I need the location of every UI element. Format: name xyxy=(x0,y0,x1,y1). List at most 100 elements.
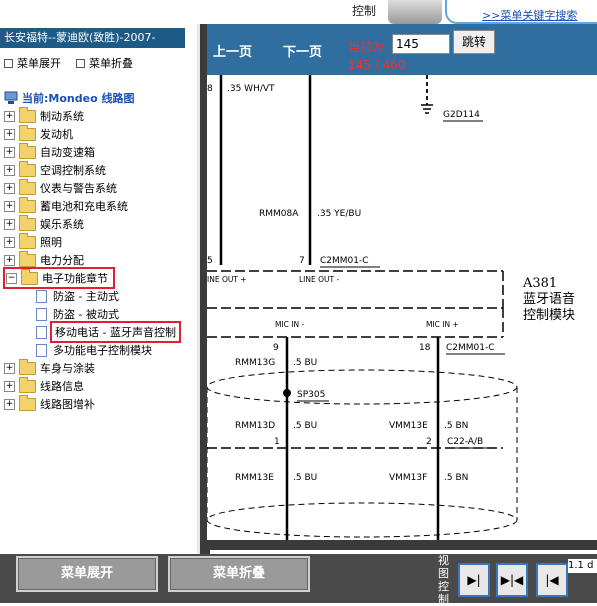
arrow-left-icon: |◀ xyxy=(545,573,559,587)
expand-menu-label: 菜单展开 xyxy=(17,57,61,70)
vmm13f-label: VMM13F xyxy=(389,473,427,483)
tree-subitem-multifunction[interactable]: 多功能电子控制模块 xyxy=(36,342,152,358)
wire-bu-1: .5 BU xyxy=(293,358,317,368)
folder-icon xyxy=(19,178,36,195)
expand-icon[interactable]: + xyxy=(4,110,15,122)
split-view-button[interactable]: ▶|◀ xyxy=(496,563,528,597)
tree-item-label: 蓄电池和充电系统 xyxy=(40,200,128,213)
folder-icon xyxy=(19,250,36,267)
tree-item-power[interactable]: + 电力分配 xyxy=(4,250,84,268)
expand-icon[interactable]: + xyxy=(4,146,15,158)
collapse-icon[interactable]: − xyxy=(6,272,17,284)
tree-subitem-label: 移动电话 - 蓝牙声音控制 xyxy=(50,321,181,343)
collapse-menu-button[interactable]: 菜单折叠 xyxy=(168,556,310,592)
split-arrows-icon: ▶|◀ xyxy=(500,573,524,587)
mascot-image xyxy=(388,0,442,24)
expand-right-button[interactable]: ▶| xyxy=(458,563,490,597)
tree-item-electronic[interactable]: − 电子功能章节 xyxy=(3,267,115,289)
page-number-input[interactable] xyxy=(392,34,450,54)
tree-item-engine[interactable]: + 发动机 xyxy=(4,124,73,142)
wire-bu-3: .5 BU xyxy=(293,473,317,483)
rmm13g-label: RMM13G xyxy=(235,358,275,368)
square-icon xyxy=(4,58,13,68)
pin-2-label: 2 xyxy=(426,437,432,447)
wiring-diagram: 8 .35 WH/VT G2D114 RMM08A .35 YE/BU 5 7 … xyxy=(207,75,597,550)
expand-icon[interactable]: + xyxy=(4,164,15,176)
wire-bn-2: .5 BN xyxy=(444,473,468,483)
tree-item-transmission[interactable]: + 自动变速箱 xyxy=(4,142,95,160)
wire-wh-vt: .35 WH/VT xyxy=(227,84,275,94)
pin-8-label: 8 xyxy=(207,84,213,94)
tree-item-battery[interactable]: + 蓄电池和充电系统 xyxy=(4,196,128,214)
folder-icon xyxy=(19,142,36,159)
pin-18-label: 18 xyxy=(419,343,431,353)
expand-icon[interactable]: + xyxy=(4,236,15,248)
expand-menu-link[interactable]: 菜单展开 xyxy=(4,55,61,71)
rmm08a-label: RMM08A xyxy=(259,209,299,219)
tree-item-label: 线路信息 xyxy=(40,380,84,393)
jump-button[interactable]: 跳转 xyxy=(453,30,495,54)
tree-item-ac[interactable]: + 空调控制系统 xyxy=(4,160,106,178)
diagram-scrollbar[interactable] xyxy=(207,540,597,550)
expand-icon[interactable]: + xyxy=(4,362,15,374)
current-root[interactable]: 当前:Mondeo 线路图 xyxy=(4,90,134,106)
tree-item-label: 自动变速箱 xyxy=(40,146,95,159)
document-icon xyxy=(36,307,47,321)
pin-9-label: 9 xyxy=(273,343,279,353)
expand-left-button[interactable]: |◀ xyxy=(536,563,568,597)
folder-icon xyxy=(19,358,36,375)
tree-item-entertainment[interactable]: + 娱乐系统 xyxy=(4,214,84,232)
tree-subitem-antitheft-passive[interactable]: 防盗 - 被动式 xyxy=(36,306,119,322)
expand-icon[interactable]: + xyxy=(4,254,15,266)
tree-item-label: 娱乐系统 xyxy=(40,218,84,231)
expand-icon[interactable]: + xyxy=(4,182,15,194)
next-page-button[interactable]: 下一页 xyxy=(283,41,322,60)
tree-item-label: 发动机 xyxy=(40,128,73,141)
vmm13e-label: VMM13E xyxy=(389,421,428,431)
computer-icon xyxy=(4,91,18,104)
folder-icon xyxy=(19,394,36,411)
wire-bn-1: .5 BN xyxy=(444,421,468,431)
bottom-toolbar: 菜单展开 菜单折叠 视图控制 ▶| ▶|◀ |◀ 1.1 d xyxy=(0,554,597,606)
expand-icon[interactable]: + xyxy=(4,380,15,392)
current-page-label: 当前为 xyxy=(348,40,385,54)
expand-icon[interactable]: + xyxy=(4,200,15,212)
expand-icon[interactable]: + xyxy=(4,218,15,230)
collapse-menu-link[interactable]: 菜单折叠 xyxy=(76,55,133,71)
expand-icon[interactable]: + xyxy=(4,128,15,140)
expand-icon[interactable]: + xyxy=(4,398,15,410)
rmm13e-label: RMM13E xyxy=(235,473,274,483)
current-root-label: 当前:Mondeo 线路图 xyxy=(22,92,135,105)
expand-menu-button[interactable]: 菜单展开 xyxy=(16,556,158,592)
rmm13d-label: RMM13D xyxy=(235,421,275,431)
tree-item-label: 空调控制系统 xyxy=(40,164,106,177)
connector-c2mm01-b: C2MM01-C xyxy=(446,343,495,353)
mic-in-plus: MIC IN + xyxy=(426,320,459,329)
top-strip: 控制 >>菜单关键字搜索 xyxy=(0,0,597,24)
document-icon xyxy=(36,289,47,303)
tree-item-wiring-supplement[interactable]: + 线路图增补 xyxy=(4,394,95,412)
view-control-label: 视图控制 xyxy=(438,554,449,606)
arrow-right-icon: ▶| xyxy=(467,573,481,587)
splice-sp305: SP305 xyxy=(297,390,325,400)
tree-item-label: 照明 xyxy=(40,236,62,249)
menu-keyword-search-link[interactable]: >>菜单关键字搜索 xyxy=(482,7,577,23)
folder-icon xyxy=(19,106,36,123)
tree-item-label: 仪表与警告系统 xyxy=(40,182,117,195)
collapse-menu-label: 菜单折叠 xyxy=(89,57,133,70)
tree-item-body[interactable]: + 车身与涂装 xyxy=(4,358,95,376)
tree-item-label: 线路图增补 xyxy=(40,398,95,411)
prev-page-button[interactable]: 上一页 xyxy=(213,41,252,60)
tree-item-lighting[interactable]: + 照明 xyxy=(4,232,62,250)
tree-item-brake[interactable]: + 制动系统 xyxy=(4,106,84,124)
tree-subitem-antitheft-active[interactable]: 防盗 - 主动式 xyxy=(36,288,119,304)
folder-icon xyxy=(19,196,36,213)
menu-tree-panel: 长安福特--蒙迪欧(致胜)-2007- 菜单展开 菜单折叠 当前:Mondeo … xyxy=(0,24,197,554)
tree-subitem-mobile-phone[interactable]: 移动电话 - 蓝牙声音控制 xyxy=(36,321,181,343)
square-icon xyxy=(76,58,85,68)
tree-item-wiring-info[interactable]: + 线路信息 xyxy=(4,376,84,394)
tree-item-instruments[interactable]: + 仪表与警告系统 xyxy=(4,178,117,196)
tree-subitem-label: 防盗 - 被动式 xyxy=(53,308,119,321)
diagram-svg: 8 .35 WH/VT G2D114 RMM08A .35 YE/BU 5 7 … xyxy=(207,75,575,550)
document-icon xyxy=(36,325,47,339)
